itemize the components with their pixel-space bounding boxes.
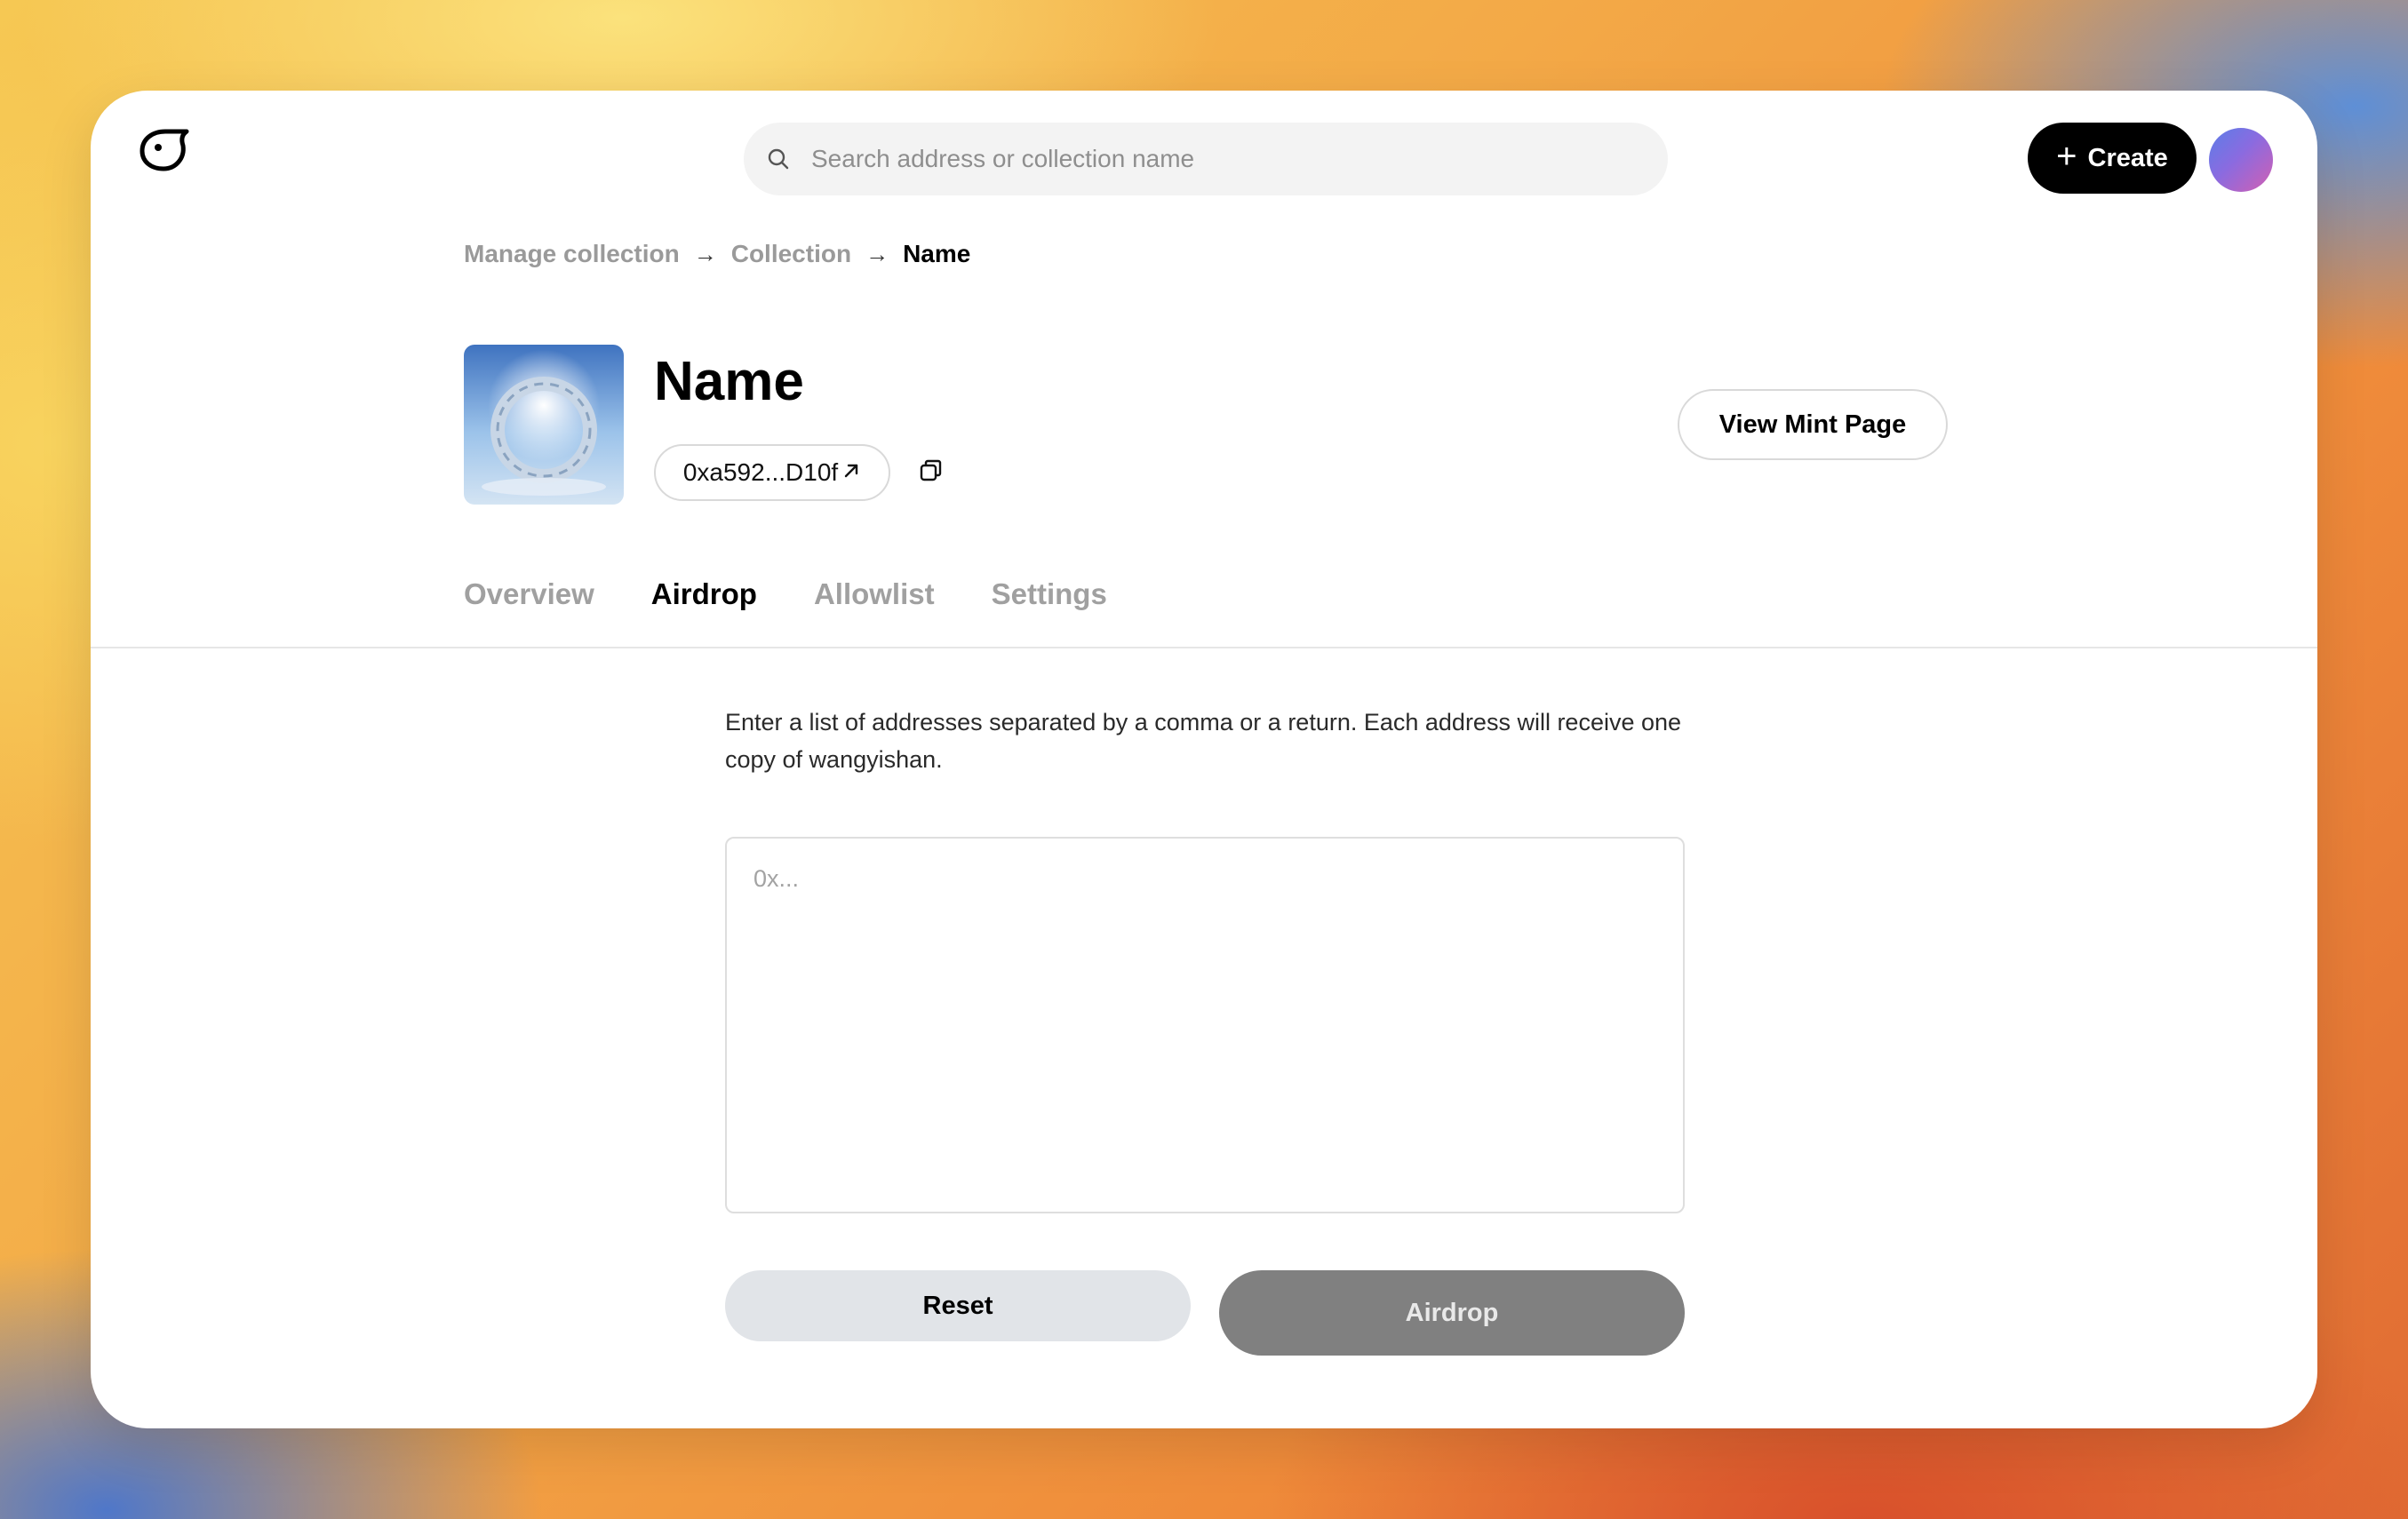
avatar[interactable]	[2209, 128, 2273, 192]
bird-logo-icon[interactable]	[135, 124, 192, 178]
tab-airdrop[interactable]: Airdrop	[651, 577, 757, 611]
create-button[interactable]: + Create	[2028, 123, 2197, 194]
tab-divider	[91, 647, 2317, 648]
tab-bar: Overview Airdrop Allowlist Settings	[464, 577, 1107, 611]
collection-thumbnail	[464, 345, 624, 505]
search-input[interactable]	[811, 145, 1668, 173]
address-list-input[interactable]	[725, 837, 1685, 1213]
airdrop-description: Enter a list of addresses separated by a…	[725, 709, 1682, 773]
plus-icon: +	[2056, 137, 2077, 176]
tab-settings[interactable]: Settings	[992, 577, 1107, 611]
tab-allowlist[interactable]: Allowlist	[814, 577, 935, 611]
search-icon	[768, 148, 789, 170]
tab-overview[interactable]: Overview	[464, 577, 594, 611]
breadcrumb-manage-collection[interactable]: Manage collection	[464, 240, 680, 268]
search-bar[interactable]	[744, 123, 1668, 195]
view-mint-page-button[interactable]: View Mint Page	[1678, 389, 1948, 460]
arrow-right-icon: →	[865, 240, 889, 267]
contract-address-link[interactable]: 0xa592...D10f	[654, 444, 890, 501]
copy-icon[interactable]	[917, 457, 945, 485]
reset-button[interactable]: Reset	[725, 1270, 1191, 1341]
breadcrumb-current: Name	[903, 240, 971, 267]
breadcrumb-collection[interactable]: Collection	[731, 240, 851, 268]
create-label: Create	[2087, 143, 2168, 172]
breadcrumb: Manage collection → Collection → Name	[464, 240, 970, 268]
collection-title: Name	[654, 351, 804, 412]
airdrop-button[interactable]: Airdrop	[1219, 1270, 1685, 1356]
contract-address: 0xa592...D10f	[682, 458, 839, 486]
app-window: + Create Manage collection → Collection …	[91, 91, 2317, 1428]
arrow-right-icon: →	[693, 240, 717, 267]
external-link-icon	[841, 458, 861, 487]
